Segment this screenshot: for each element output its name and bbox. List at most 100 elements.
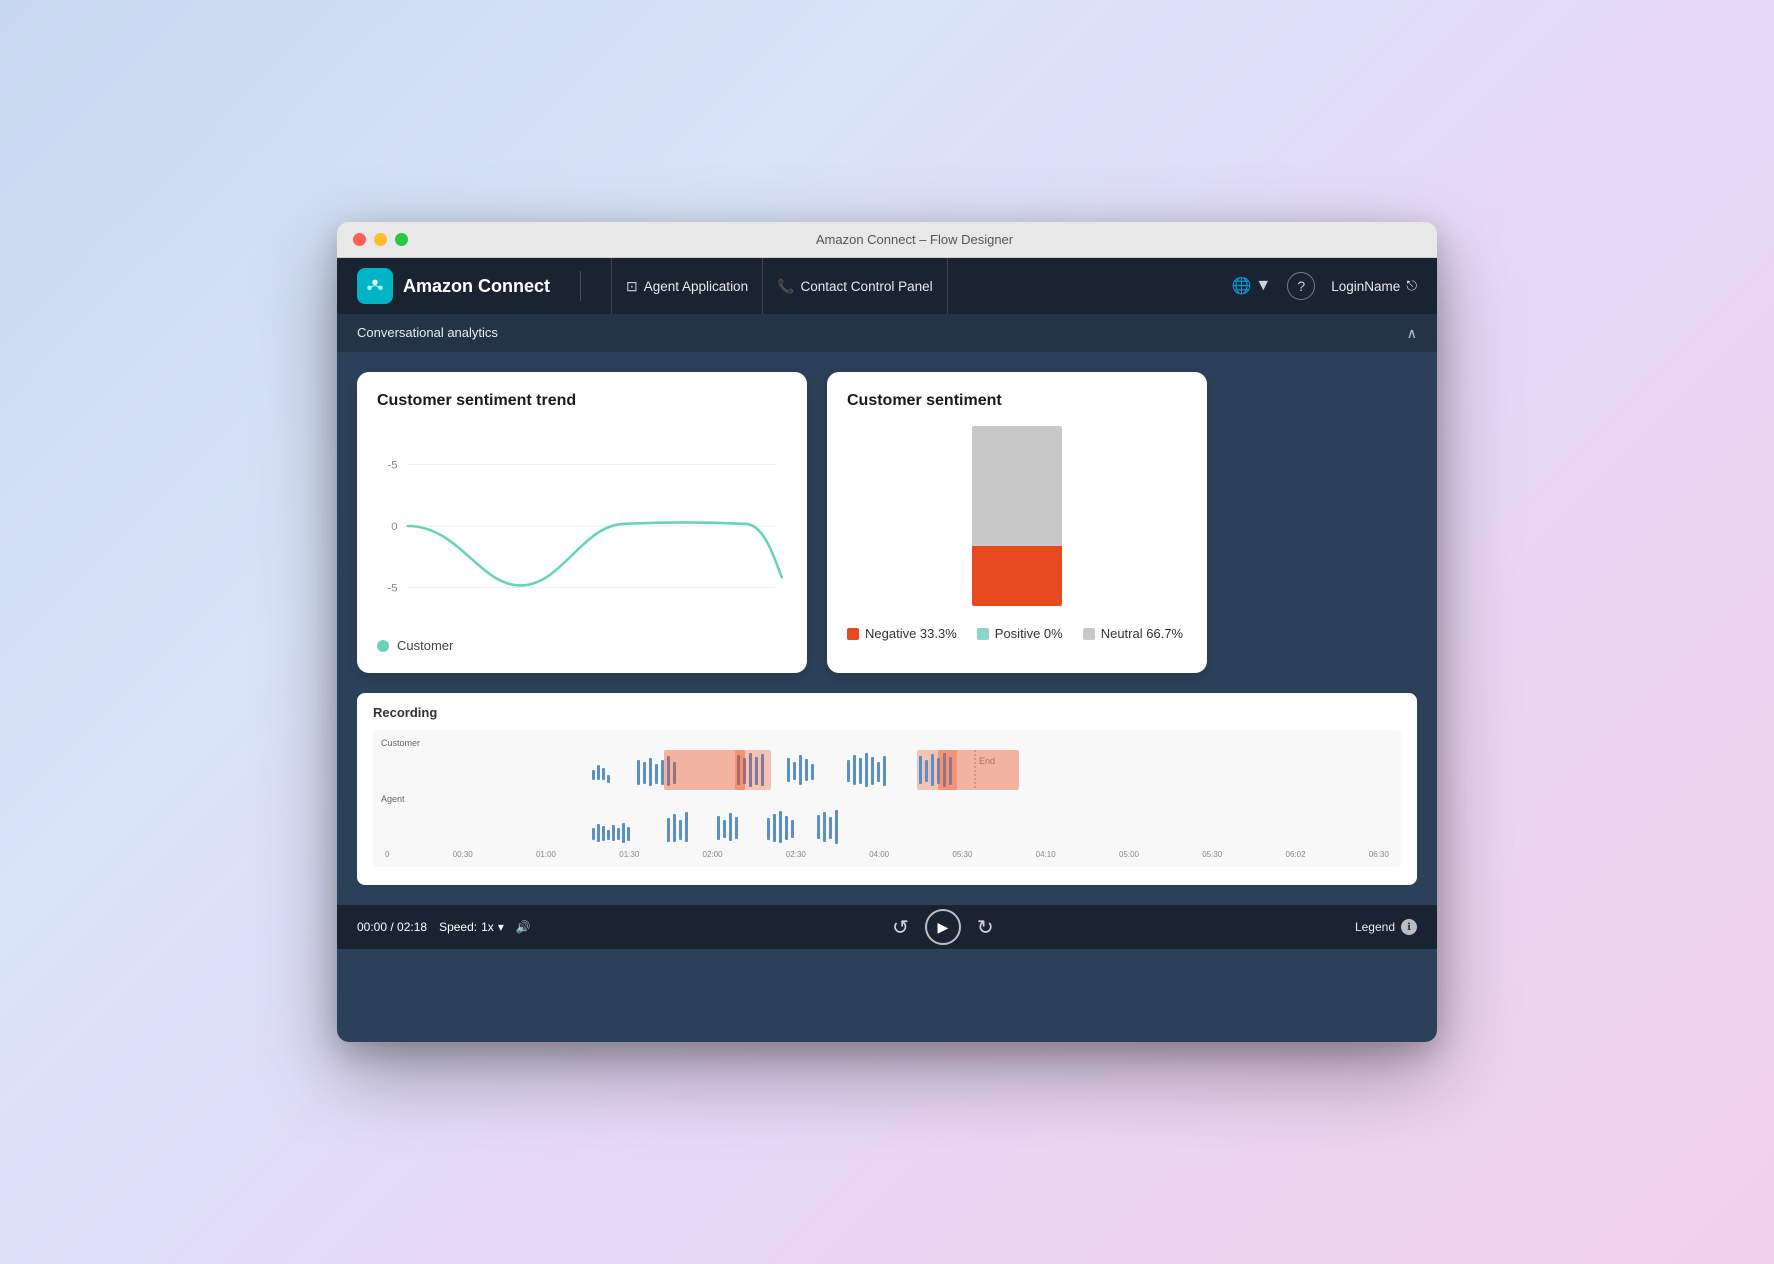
stacked-bar-container: [847, 426, 1187, 606]
customer-waveform: End: [381, 750, 1393, 790]
playback-controls: 00:00 / 02:18 Speed: 1x ▾ 🔊 ↺ ▶: [337, 905, 1437, 949]
play-pause-button[interactable]: ▶: [925, 909, 961, 945]
time-mark-400: 04:00: [869, 850, 889, 859]
legend-label: Legend: [1355, 920, 1395, 934]
positive-label: Positive 0%: [995, 626, 1063, 641]
playback-center: ↺ ▶ ↻: [892, 909, 994, 945]
time-mark-500: 05:00: [1119, 850, 1139, 859]
nav-links: ⊡ Agent Application 📞 Contact Control Pa…: [611, 258, 948, 314]
time-mark-630: 06:30: [1369, 850, 1389, 859]
logout-icon: ⎋: [1406, 278, 1417, 294]
phone-icon: 📞: [777, 278, 794, 295]
minimize-button[interactable]: [374, 233, 387, 246]
agent-waveform-svg: [381, 806, 1393, 846]
stacked-bar: [972, 426, 1062, 606]
time-mark-550: 05:30: [1202, 850, 1222, 859]
waveform-area: Customer: [373, 730, 1401, 867]
time-mark-130: 01:30: [619, 850, 639, 859]
time-mark-30: 00:30: [453, 850, 473, 859]
fullscreen-button[interactable]: [395, 233, 408, 246]
nav-logo: Amazon Connect: [357, 268, 550, 304]
sentiment-trend-card: Customer sentiment trend -5 0 -5: [357, 372, 807, 673]
playback-right: Legend ℹ: [1355, 919, 1417, 935]
current-time: 00:00: [357, 920, 387, 934]
time-mark-230: 02:30: [786, 850, 806, 859]
customer-sentiment-card: Customer sentiment Negative 33.3%: [827, 372, 1207, 673]
sub-nav: Conversational analytics ∧: [337, 314, 1437, 352]
trend-chart-svg: -5 0 -5: [377, 426, 787, 626]
username-label: LoginName: [1331, 279, 1400, 294]
agent-application-link[interactable]: ⊡ Agent Application: [611, 258, 763, 314]
nav-divider: [580, 271, 581, 301]
speed-control[interactable]: Speed: 1x ▾: [439, 920, 504, 934]
volume-icon[interactable]: 🔊: [516, 920, 531, 934]
conversational-analytics-tab[interactable]: Conversational analytics: [357, 317, 498, 350]
legend-label-customer: Customer: [397, 638, 453, 653]
sentiment-card-title: Customer sentiment: [847, 392, 1187, 410]
highlight-1: [664, 750, 745, 790]
time-mark-0: 0: [385, 850, 389, 859]
trend-chart: -5 0 -5: [377, 426, 787, 626]
globe-chevron: ▼: [1255, 277, 1271, 295]
monitor-icon: ⊡: [626, 278, 638, 295]
help-button[interactable]: ?: [1287, 272, 1315, 300]
agent-application-label: Agent Application: [644, 279, 748, 294]
svg-text:-5: -5: [387, 583, 397, 595]
browser-titlebar: Amazon Connect – Flow Designer: [337, 222, 1437, 258]
customer-waveform-svg: End: [381, 750, 1393, 790]
time-mark-100: 01:00: [536, 850, 556, 859]
help-label: ?: [1297, 278, 1305, 294]
negative-swatch: [847, 628, 859, 640]
legend-neutral: Neutral 66.7%: [1083, 626, 1183, 641]
recording-title: Recording: [373, 705, 1401, 720]
legend-positive: Positive 0%: [977, 626, 1063, 641]
agent-waveform: [381, 806, 1393, 846]
time-mark-410: 04:10: [1036, 850, 1056, 859]
bar-negative: [972, 546, 1062, 606]
playback-left: 00:00 / 02:18 Speed: 1x ▾ 🔊: [357, 920, 531, 934]
svg-text:-5: -5: [387, 460, 397, 472]
neutral-label: Neutral 66.7%: [1101, 626, 1183, 641]
contact-control-panel-link[interactable]: 📞 Contact Control Panel: [763, 258, 948, 314]
cards-row: Customer sentiment trend -5 0 -5: [337, 352, 1437, 673]
top-nav: Amazon Connect ⊡ Agent Application 📞 Con…: [337, 258, 1437, 314]
time-mark-602: 06:02: [1286, 850, 1306, 859]
contact-control-panel-label: Contact Control Panel: [801, 279, 933, 294]
nav-right: 🌐 ▼ ? LoginName ⎋: [1232, 272, 1418, 300]
legend-info-icon[interactable]: ℹ: [1401, 919, 1417, 935]
speed-value: 1x: [481, 920, 494, 934]
legend-negative: Negative 33.3%: [847, 626, 957, 641]
svg-text:0: 0: [391, 521, 397, 533]
globe-button[interactable]: 🌐 ▼: [1232, 276, 1272, 296]
play-icon: ▶: [937, 919, 948, 936]
time-mark-530: 05:30: [952, 850, 972, 859]
timeline-ruler: 0 00:30 01:00 01:30 02:00 02:30 04:00 05…: [381, 850, 1393, 859]
time-mark-200: 02:00: [703, 850, 723, 859]
total-time: 02:18: [397, 920, 427, 934]
trend-card-title: Customer sentiment trend: [377, 392, 787, 410]
collapse-button[interactable]: ∧: [1407, 325, 1417, 342]
recording-section: Recording Customer: [357, 693, 1417, 885]
logo-icon: [357, 268, 393, 304]
chart-legend: Customer: [377, 638, 787, 653]
speed-chevron: ▾: [498, 920, 504, 934]
bar-neutral: [972, 426, 1062, 546]
user-menu[interactable]: LoginName ⎋: [1331, 278, 1417, 294]
customer-track: Customer: [381, 738, 1393, 790]
sentiment-legend: Negative 33.3% Positive 0% Neutral 66.7%: [847, 626, 1187, 641]
main-content: Customer sentiment trend -5 0 -5: [337, 352, 1437, 1042]
agent-track-label: Agent: [381, 794, 1393, 804]
time-display: 00:00 / 02:18: [357, 920, 427, 934]
legend-dot-customer: [377, 640, 389, 652]
speed-label: Speed:: [439, 920, 477, 934]
close-button[interactable]: [353, 233, 366, 246]
traffic-lights: [353, 233, 408, 246]
agent-track: Agent: [381, 794, 1393, 846]
app-content: Amazon Connect ⊡ Agent Application 📞 Con…: [337, 258, 1437, 1042]
nav-brand: Amazon Connect: [403, 276, 550, 297]
highlight-2: [938, 750, 1019, 790]
browser-window: Amazon Connect – Flow Designer Amazon Co…: [337, 222, 1437, 1042]
rewind-button[interactable]: ↺: [892, 915, 909, 940]
browser-title: Amazon Connect – Flow Designer: [408, 232, 1421, 247]
forward-button[interactable]: ↻: [977, 915, 994, 940]
